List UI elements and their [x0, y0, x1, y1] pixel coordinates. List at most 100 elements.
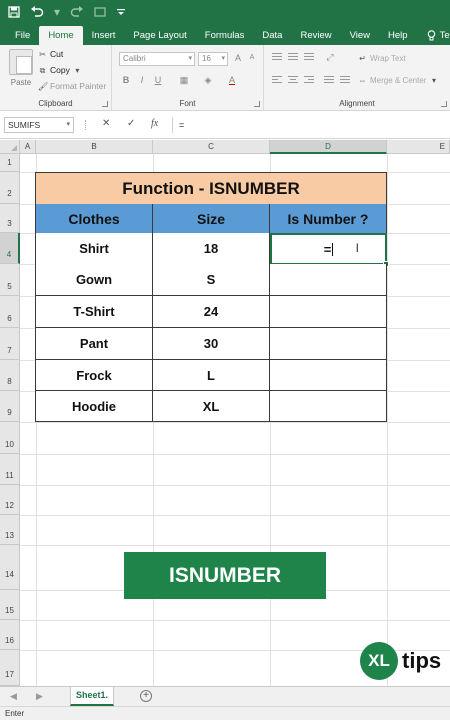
wrap-text-button[interactable]: ↵ Wrap Text	[358, 54, 406, 63]
header-is-number[interactable]: Is Number ?	[270, 204, 387, 234]
font-name-select[interactable]: Calibri	[119, 52, 195, 66]
font-size-select[interactable]: 16	[198, 52, 228, 66]
middle-align-icon[interactable]	[288, 53, 298, 61]
align-center-icon[interactable]	[288, 76, 298, 84]
align-right-icon[interactable]	[304, 76, 314, 84]
row-header-3[interactable]: 3	[0, 204, 20, 233]
table-cell-result[interactable]	[270, 264, 387, 296]
insert-function-icon[interactable]: fx	[151, 118, 158, 129]
tab-file[interactable]: File	[6, 26, 39, 45]
column-header-a[interactable]: A	[20, 140, 36, 154]
row-header-1[interactable]: 1	[0, 154, 20, 172]
row-header-12[interactable]: 12	[0, 485, 20, 515]
enter-icon[interactable]: ✓	[127, 118, 135, 129]
tab-insert[interactable]: Insert	[83, 26, 125, 45]
row-header-13[interactable]: 13	[0, 515, 20, 545]
table-cell-clothes[interactable]: Shirt	[35, 233, 153, 265]
column-header-c[interactable]: C	[153, 140, 270, 154]
formula-input[interactable]: =	[172, 117, 450, 133]
cut-button[interactable]: ✂ Cut	[38, 49, 63, 59]
tab-review[interactable]: Review	[291, 26, 340, 45]
redo-icon[interactable]	[70, 3, 84, 21]
column-header-e[interactable]: E	[387, 140, 450, 154]
table-cell-size[interactable]: S	[153, 264, 270, 296]
row-header-11[interactable]: 11	[0, 454, 20, 485]
italic-button[interactable]: I	[136, 74, 148, 86]
tell-me-box[interactable]: Tell me w	[417, 26, 450, 45]
cancel-icon[interactable]: ✕	[102, 118, 110, 129]
paste-button[interactable]: Paste	[6, 49, 36, 87]
bold-button[interactable]: B	[120, 74, 132, 86]
dialog-launcher-icon[interactable]	[254, 101, 260, 107]
row-header-4[interactable]: 4	[0, 233, 20, 264]
orientation-icon[interactable]: ⤢	[324, 51, 336, 63]
merge-center-button[interactable]: ⇔ Merge & Center ▾	[358, 76, 438, 85]
borders-icon[interactable]: ▦	[178, 74, 190, 86]
row-header-15[interactable]: 15	[0, 590, 20, 620]
table-cell-clothes[interactable]: Gown	[35, 264, 153, 296]
tab-page-layout[interactable]: Page Layout	[124, 26, 195, 45]
add-sheet-icon[interactable]: +	[140, 690, 152, 702]
row-header-8[interactable]: 8	[0, 360, 20, 391]
row-header-9[interactable]: 9	[0, 391, 20, 422]
tab-formulas[interactable]: Formulas	[196, 26, 254, 45]
table-cell-result[interactable]	[270, 328, 387, 360]
top-align-icon[interactable]	[272, 53, 282, 61]
table-title[interactable]: Function - ISNUMBER	[35, 172, 387, 205]
header-clothes[interactable]: Clothes	[35, 204, 153, 234]
dialog-launcher-icon[interactable]	[441, 101, 447, 107]
touch-mode-icon[interactable]	[94, 3, 106, 21]
next-sheet-icon[interactable]: ▶	[36, 691, 43, 702]
header-size[interactable]: Size	[153, 204, 270, 234]
save-icon[interactable]	[8, 3, 20, 21]
row-header-10[interactable]: 10	[0, 422, 20, 454]
clipboard-group: Paste ✂ Cut ⧉ Copy ▾ 🖌 Format Painter Cl…	[0, 45, 112, 111]
undo-icon[interactable]	[30, 3, 44, 21]
row-header-7[interactable]: 7	[0, 328, 20, 360]
decrease-font-icon[interactable]: A	[246, 52, 258, 64]
align-left-icon[interactable]	[272, 76, 282, 84]
fill-color-icon[interactable]: ◈	[202, 74, 214, 86]
row-header-16[interactable]: 16	[0, 620, 20, 650]
copy-button[interactable]: ⧉ Copy ▾	[38, 65, 82, 75]
row-header-14[interactable]: 14	[0, 545, 20, 590]
table-cell-clothes[interactable]: Hoodie	[35, 391, 153, 422]
prev-sheet-icon[interactable]: ◀	[10, 691, 17, 702]
table-cell-result[interactable]	[270, 360, 387, 391]
sheet-tab-sheet1[interactable]: Sheet1.	[70, 687, 114, 706]
dialog-launcher-icon[interactable]	[102, 101, 108, 107]
row-header-5[interactable]: 5	[0, 264, 20, 296]
table-cell-result[interactable]	[270, 296, 387, 328]
active-cell-d4[interactable]: = I	[270, 233, 389, 267]
table-cell-clothes[interactable]: Frock	[35, 360, 153, 391]
indent-icon[interactable]	[324, 76, 334, 84]
table-cell-clothes[interactable]: T-Shirt	[35, 296, 153, 328]
table-cell-size[interactable]: 18	[153, 233, 270, 265]
bottom-align-icon[interactable]	[304, 53, 314, 61]
increase-font-icon[interactable]: A	[232, 52, 244, 64]
tab-help[interactable]: Help	[379, 26, 417, 45]
table-cell-size[interactable]: 24	[153, 296, 270, 328]
customize-qat-icon[interactable]	[116, 3, 126, 21]
underline-button[interactable]: U	[152, 74, 164, 86]
row-header-17[interactable]: 17	[0, 650, 20, 686]
table-cell-clothes[interactable]: Pant	[35, 328, 153, 360]
chevron-down-icon[interactable]: ▾	[54, 3, 60, 21]
outdent-icon[interactable]	[340, 76, 350, 84]
column-header-d[interactable]: D	[270, 140, 387, 154]
table-cell-size[interactable]: 30	[153, 328, 270, 360]
font-color-button[interactable]: A	[226, 74, 238, 86]
table-cell-size[interactable]: XL	[153, 391, 270, 422]
table-cell-size[interactable]: L	[153, 360, 270, 391]
row-header-2[interactable]: 2	[0, 172, 20, 204]
format-painter-button[interactable]: 🖌 Format Painter	[38, 81, 106, 91]
column-header-b[interactable]: B	[36, 140, 153, 154]
tab-data[interactable]: Data	[253, 26, 291, 45]
select-all-button[interactable]	[0, 140, 20, 154]
table-cell-result[interactable]	[270, 391, 387, 422]
name-box[interactable]: SUMIFS	[4, 117, 74, 133]
row-header-6[interactable]: 6	[0, 296, 20, 328]
worksheet-grid[interactable]: A B C D E 1 2 3 4 5 6 7 8 9 10 11 12 13 …	[0, 140, 450, 686]
tab-view[interactable]: View	[341, 26, 379, 45]
tab-home[interactable]: Home	[39, 26, 83, 45]
